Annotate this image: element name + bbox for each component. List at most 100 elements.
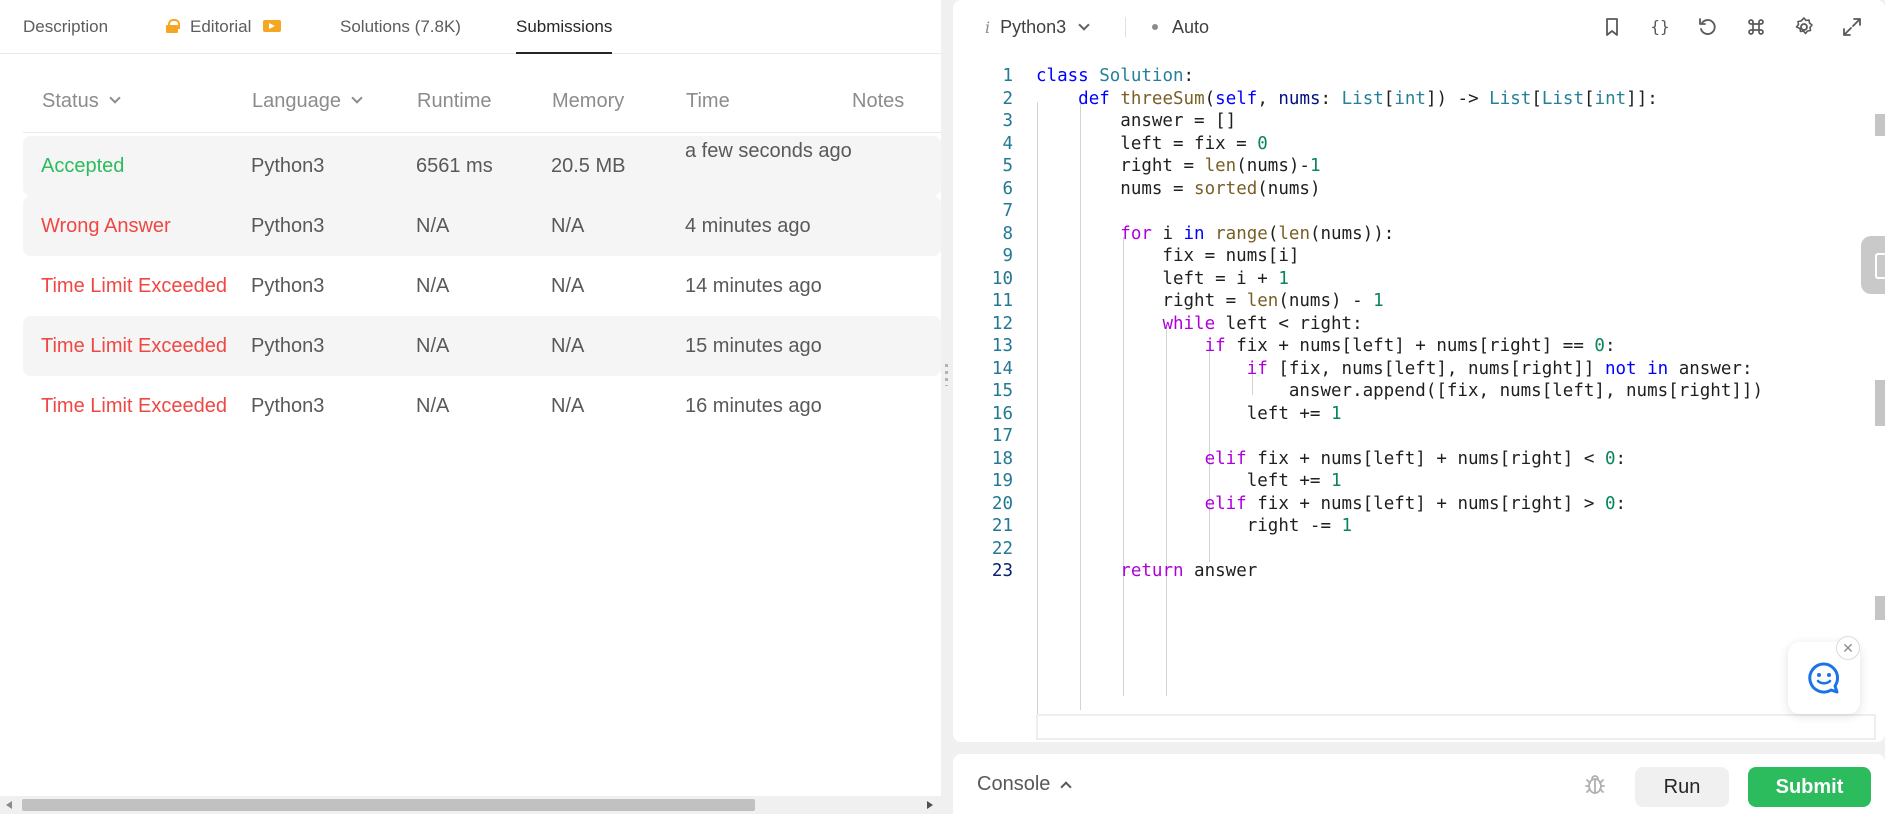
reset-icon[interactable] — [1695, 14, 1721, 40]
submission-memory: N/A — [551, 335, 585, 357]
chevron-down-icon — [1078, 19, 1090, 31]
submission-memory: N/A — [551, 395, 585, 417]
code-line[interactable]: answer.append([fix, nums[left], nums[rig… — [1036, 381, 1763, 401]
table-row[interactable]: Time Limit Exceeded Python3 N/A N/A 16 m… — [23, 376, 941, 436]
command-icon[interactable] — [1743, 14, 1769, 40]
submit-button[interactable]: Submit — [1748, 767, 1871, 807]
panel-resize-handle[interactable] — [941, 0, 953, 814]
code-line[interactable]: class Solution: — [1036, 66, 1194, 86]
app-root: Description Editorial Solutions (7.8K) S… — [0, 0, 1885, 814]
scrollbar-thumb[interactable] — [22, 799, 755, 811]
debug-bug-icon[interactable] — [1583, 772, 1607, 796]
code-line[interactable]: if fix + nums[left] + nums[right] == 0: — [1036, 336, 1616, 356]
code-line[interactable]: elif fix + nums[left] + nums[right] > 0: — [1036, 494, 1626, 514]
console-bar: Console Run Submit — [953, 754, 1885, 814]
code-line[interactable]: answer = [] — [1036, 111, 1236, 131]
line-number: 19 — [991, 471, 1013, 491]
line-number: 4 — [1002, 133, 1013, 154]
line-number: 3 — [1002, 111, 1013, 131]
scroll-right-arrow-icon[interactable] — [927, 801, 933, 809]
lock-icon — [166, 19, 180, 33]
video-icon — [263, 20, 282, 32]
code-line[interactable]: right -= 1 — [1036, 516, 1352, 536]
submission-language: Python3 — [251, 155, 325, 177]
code-editor-panel: i Python3 Auto {} 1 class Solution: 2 de… — [953, 0, 1885, 742]
submission-time: 4 minutes ago — [685, 215, 811, 237]
console-toggle[interactable]: Console — [977, 754, 1073, 814]
submission-status[interactable]: Time Limit Exceeded — [41, 256, 227, 316]
table-row[interactable]: Time Limit Exceeded Python3 N/A N/A 15 m… — [23, 316, 941, 376]
code-line[interactable]: left += 1 — [1036, 404, 1342, 424]
code-line[interactable]: if [fix, nums[left], nums[right]] not in… — [1036, 359, 1753, 379]
code-line[interactable]: fix = nums[i] — [1036, 246, 1299, 266]
submission-status[interactable]: Wrong Answer — [41, 196, 171, 256]
expand-icon[interactable] — [1839, 14, 1865, 40]
line-number: 12 — [991, 313, 1013, 334]
submission-language: Python3 — [251, 275, 325, 297]
tab-editorial-label: Editorial — [190, 17, 252, 36]
line-number: 16 — [991, 403, 1013, 424]
horizontal-scrollbar[interactable] — [0, 796, 941, 814]
auto-mode-label: Auto — [1172, 17, 1210, 37]
side-panel-toggle-icon[interactable] — [1861, 236, 1885, 294]
submission-runtime: N/A — [416, 215, 450, 237]
info-icon: i — [985, 18, 991, 37]
line-number: 7 — [1002, 201, 1013, 221]
submission-status[interactable]: Accepted — [41, 136, 124, 196]
code-line[interactable]: return answer — [1036, 561, 1257, 581]
submissions-panel: Description Editorial Solutions (7.8K) S… — [0, 0, 941, 814]
language-selector[interactable]: i Python3 — [985, 0, 1090, 54]
submission-status[interactable]: Time Limit Exceeded — [41, 316, 227, 376]
submission-language: Python3 — [251, 335, 325, 357]
close-icon[interactable]: ✕ — [1836, 636, 1860, 660]
gear-icon[interactable] — [1791, 14, 1817, 40]
code-line[interactable]: left += 1 — [1036, 471, 1342, 491]
table-row[interactable]: Time Limit Exceeded Python3 N/A N/A 14 m… — [23, 256, 941, 316]
submission-status[interactable]: Time Limit Exceeded — [41, 376, 227, 436]
scroll-marker — [1875, 380, 1885, 426]
submission-runtime: N/A — [416, 335, 450, 357]
submission-time: a few seconds ago — [685, 140, 852, 162]
line-number: 6 — [1002, 178, 1013, 199]
line-number: 9 — [1002, 246, 1013, 266]
language-column-header[interactable]: Language — [252, 75, 363, 133]
submission-time: 15 minutes ago — [685, 335, 822, 357]
line-number: 13 — [991, 336, 1013, 356]
status-column-header[interactable]: Status — [42, 75, 121, 133]
run-button[interactable]: Run — [1635, 767, 1729, 807]
submission-runtime: N/A — [416, 395, 450, 417]
code-line[interactable]: elif fix + nums[left] + nums[right] < 0: — [1036, 449, 1626, 469]
code-line[interactable]: left = fix = 0 — [1036, 134, 1268, 154]
scroll-left-arrow-icon[interactable] — [6, 801, 12, 809]
braces-icon[interactable]: {} — [1647, 14, 1673, 40]
tab-solutions[interactable]: Solutions (7.8K) — [340, 0, 461, 54]
tab-editorial[interactable]: Editorial — [166, 0, 282, 54]
code-line[interactable]: for i in range(len(nums)): — [1036, 224, 1394, 244]
line-number: 21 — [991, 516, 1013, 536]
submissions-table-header: Status Language Runtime Memory Time Note… — [23, 75, 941, 133]
memory-column-header: Memory — [552, 90, 625, 112]
code-line[interactable]: right = len(nums)-1 — [1036, 156, 1320, 176]
code-line[interactable]: nums = sorted(nums) — [1036, 179, 1320, 199]
code-line[interactable]: right = len(nums) - 1 — [1036, 291, 1383, 311]
table-row[interactable]: Wrong Answer Python3 N/A N/A 4 minutes a… — [23, 196, 941, 256]
editor-toolbar: i Python3 Auto {} — [953, 0, 1885, 54]
code-line[interactable]: left = i + 1 — [1036, 269, 1288, 289]
code-line[interactable]: def threeSum(self, nums: List[int]) -> L… — [1036, 89, 1658, 109]
submission-language: Python3 — [251, 215, 325, 237]
line-number: 1 — [1002, 66, 1013, 86]
notes-column-header: Notes — [852, 90, 905, 112]
tab-description[interactable]: Description — [23, 0, 108, 54]
scroll-marker — [1875, 596, 1885, 620]
smiley-chat-icon — [1808, 662, 1840, 694]
line-number: 17 — [991, 426, 1013, 446]
submission-language: Python3 — [251, 395, 325, 417]
auto-mode-toggle[interactable]: Auto — [1152, 0, 1209, 54]
table-row[interactable]: Accepted Python3 6561 ms 20.5 MB a few s… — [23, 136, 941, 196]
status-header-label: Status — [42, 90, 99, 112]
bookmark-icon[interactable] — [1599, 14, 1625, 40]
editor-vertical-scrollbar[interactable] — [1875, 54, 1885, 742]
code-line[interactable]: while left < right: — [1036, 314, 1362, 334]
line-number: 18 — [991, 448, 1013, 469]
tab-submissions[interactable]: Submissions — [516, 0, 613, 54]
